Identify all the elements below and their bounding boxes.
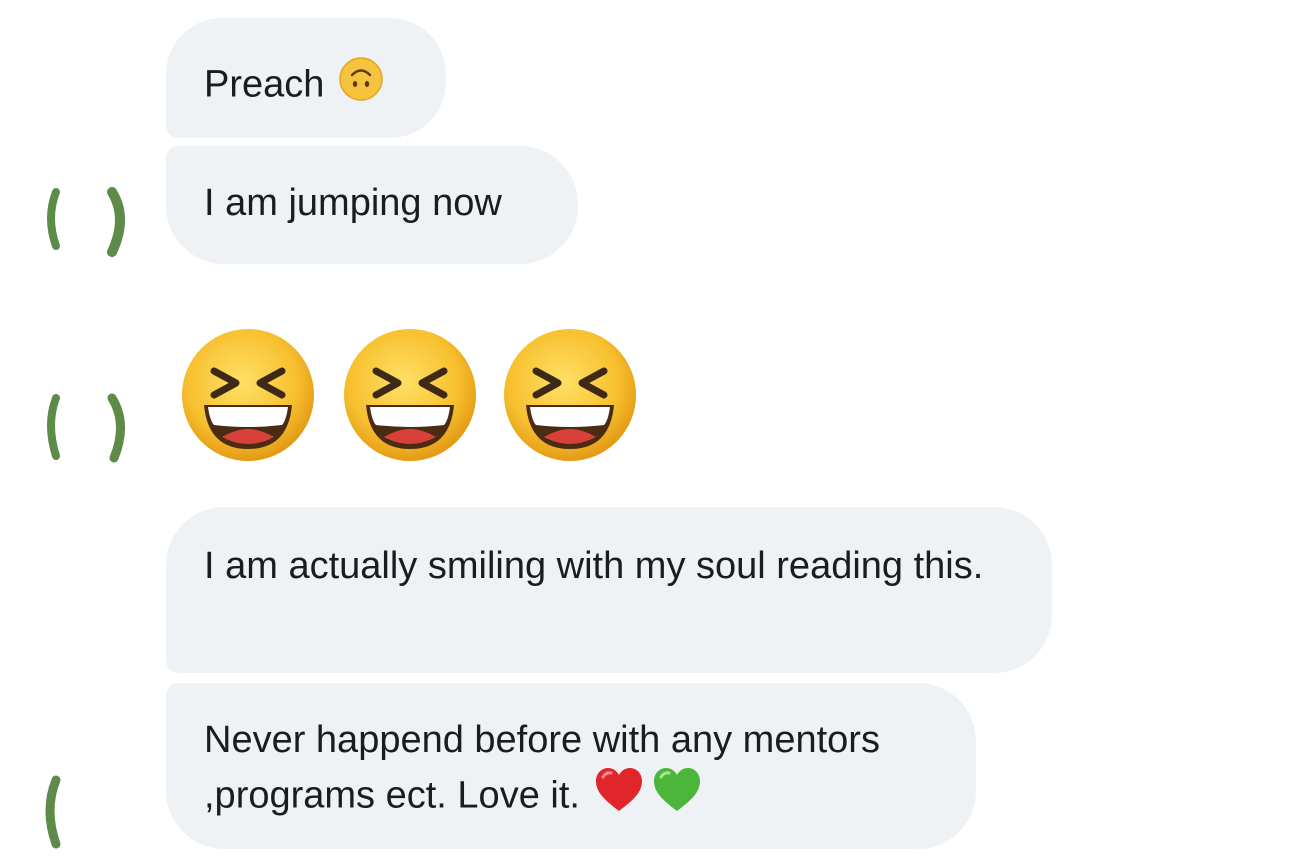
- message-bubble-never-happend[interactable]: Never happend before with any mentors ,p…: [166, 683, 976, 849]
- grinning-squinting-face-icon[interactable]: [500, 325, 640, 465]
- message-text: Never happend before with any mentors ,p…: [204, 719, 880, 817]
- upside-down-face-icon: [338, 56, 384, 117]
- message-bubble-jumping[interactable]: I am jumping now: [166, 146, 578, 264]
- message-bubble-smiling[interactable]: I am actually smiling with my soul readi…: [166, 507, 1052, 673]
- message-text: I am jumping now: [204, 182, 502, 224]
- message-text: Preach: [204, 63, 325, 106]
- avatar[interactable]: [36, 376, 132, 472]
- red-heart-icon: [594, 767, 644, 828]
- avatar[interactable]: [36, 760, 132, 856]
- grinning-squinting-face-icon[interactable]: [340, 325, 480, 465]
- grinning-squinting-face-icon[interactable]: [178, 325, 318, 465]
- avatar[interactable]: [36, 170, 132, 266]
- message-bubble-preach[interactable]: Preach: [166, 18, 446, 138]
- green-heart-icon: [652, 767, 702, 828]
- message-text: I am actually smiling with my soul readi…: [204, 545, 984, 587]
